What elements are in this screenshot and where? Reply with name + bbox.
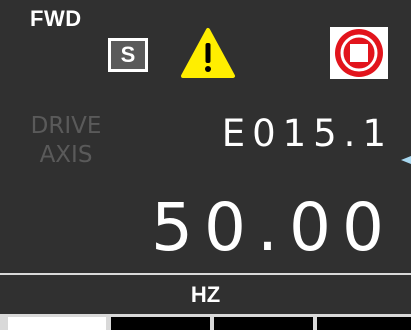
pointer-arrow-icon	[401, 156, 411, 164]
frequency-value: 50.00	[151, 189, 395, 266]
softkey-bar	[0, 314, 411, 330]
softkey-3[interactable]	[214, 317, 313, 330]
drive-display-screen: FWD S DRIVE AXIS E015.1 50.00 HZ	[0, 0, 411, 330]
softkey-1[interactable]	[8, 317, 106, 330]
drive-axis-label: DRIVE AXIS	[20, 112, 112, 170]
softkey-4[interactable]	[317, 317, 411, 330]
drive-label: DRIVE	[30, 113, 102, 139]
axis-label: AXIS	[39, 142, 93, 168]
stop-icon[interactable]	[330, 27, 388, 79]
unit-label: HZ	[190, 282, 221, 307]
softkey-2[interactable]	[111, 317, 210, 330]
sequence-mode-icon[interactable]: S	[108, 38, 148, 72]
divider	[0, 273, 411, 275]
sequence-letter: S	[111, 41, 145, 69]
warning-icon[interactable]	[180, 27, 236, 79]
fault-code: E015.1	[221, 112, 393, 155]
direction-indicator: FWD	[30, 6, 82, 31]
